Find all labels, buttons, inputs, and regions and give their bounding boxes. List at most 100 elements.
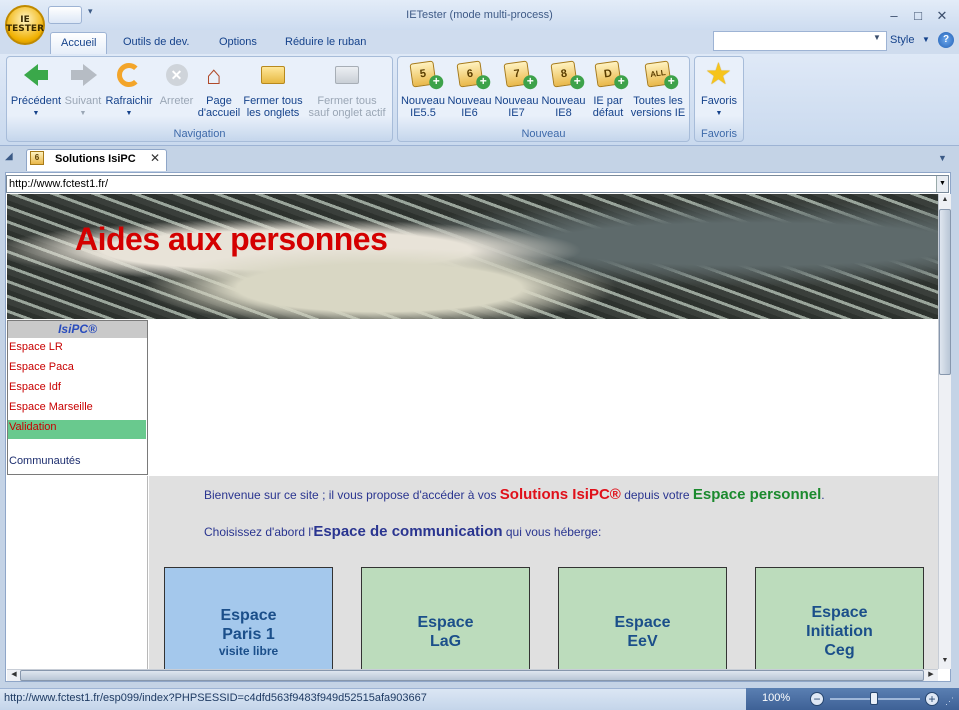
ie6-badge-text: 6 <box>465 67 474 81</box>
side-navigation-header: IsiPC® <box>8 321 147 338</box>
vertical-scroll-thumb[interactable] <box>939 209 951 375</box>
ie6-label-line1: Nouveau <box>447 95 492 107</box>
card-paris1-line2: Paris 1 <box>222 626 275 643</box>
new-ie6-button[interactable]: 6 + Nouveau IE6 <box>446 60 493 119</box>
card-espace-initiation-ceg[interactable]: Espace Initiation Ceg <box>755 567 924 669</box>
tab-close-icon[interactable]: ✕ <box>150 151 160 165</box>
choose-text-start: Choisissez d'abord l' <box>204 525 314 539</box>
favorites-dropdown-icon[interactable]: ▼ <box>697 108 741 120</box>
welcome-text-middle: depuis votre <box>620 488 693 502</box>
search-dropdown-icon[interactable]: ▼ <box>873 33 881 42</box>
back-dropdown-icon[interactable]: ▼ <box>10 108 62 120</box>
ie8-badge-icon: 8 + <box>549 60 584 90</box>
tab-accueil[interactable]: Accueil <box>50 32 108 54</box>
home-label-line2: d'accueil <box>197 107 241 119</box>
default-ie-label-line2: défaut <box>592 107 624 119</box>
maximize-button[interactable]: □ <box>910 8 926 23</box>
close-all-tabs-button[interactable]: Fermer tous les onglets <box>242 60 304 119</box>
welcome-text-end: . <box>821 488 825 502</box>
style-menu[interactable]: Style <box>890 34 914 46</box>
ie55-label-line2: IE5.5 <box>410 107 436 119</box>
scroll-right-icon[interactable]: ▶ <box>925 670 937 678</box>
tab-options[interactable]: Options <box>209 32 267 54</box>
card-ceg-line3: Ceg <box>824 642 855 659</box>
address-dropdown-icon[interactable]: ▼ <box>936 176 948 192</box>
forward-arrow-icon <box>68 60 98 90</box>
minimize-button[interactable]: – <box>886 8 902 23</box>
close-button[interactable]: ✕ <box>934 8 950 24</box>
card-lag-line1: Espace <box>417 614 474 631</box>
scroll-up-icon[interactable]: ▲ <box>939 196 951 203</box>
new-default-ie-button[interactable]: D + IE par défaut <box>587 60 629 119</box>
nav-link-espace-lr[interactable]: Espace LR <box>8 340 146 359</box>
group-label-nouveau: Nouveau <box>521 128 566 140</box>
choose-text: Choisissez d'abord l'Espace de communica… <box>204 523 601 540</box>
tab-reduire-le-ruban[interactable]: Réduire le ruban <box>275 32 376 54</box>
address-bar[interactable] <box>6 175 949 193</box>
nav-link-espace-idf[interactable]: Espace Idf <box>8 380 146 399</box>
ie6-label-line2: IE6 <box>461 107 478 119</box>
nav-link-espace-paca[interactable]: Espace Paca <box>8 360 146 379</box>
default-ie-label-line1: IE par <box>593 95 623 107</box>
address-url[interactable]: http://www.fctest1.fr/ <box>9 178 108 190</box>
folder-dim-icon <box>332 60 362 90</box>
back-button[interactable]: Précédent ▼ <box>10 60 62 120</box>
scroll-left-icon[interactable]: ◀ <box>8 670 20 678</box>
orb-label: IE TESTER <box>6 15 45 34</box>
close-all-label-line2: les onglets <box>246 107 300 119</box>
home-page-button[interactable]: ⌂ Page d'accueil <box>197 60 241 119</box>
zoom-level[interactable]: 100% <box>762 692 790 704</box>
scroll-down-icon[interactable]: ▼ <box>939 657 951 664</box>
style-dropdown-icon[interactable]: ▼ <box>922 35 930 44</box>
close-all-except-active-button[interactable]: Fermer tous sauf onglet actif <box>304 60 390 119</box>
stop-icon: ✕ <box>162 60 192 90</box>
all-versions-badge-text: ALL <box>649 67 667 80</box>
card-eev-line2: EeV <box>627 633 658 650</box>
resize-grip-icon[interactable]: ⋰ <box>945 696 954 707</box>
content-blank-area <box>149 320 938 476</box>
card-eev-line1: Espace <box>614 614 671 631</box>
nav-link-validation[interactable]: Validation <box>8 420 146 439</box>
app-orb-button[interactable]: IE TESTER <box>5 5 45 45</box>
favorites-button[interactable]: ★ Favoris ▼ <box>697 60 741 120</box>
ie7-badge-text: 7 <box>512 67 521 81</box>
sidebar-blank-area <box>7 476 148 669</box>
banner-title: Aides aux personnes <box>75 221 388 257</box>
new-ie55-button[interactable]: 5 + Nouveau IE5.5 <box>399 60 447 119</box>
stop-button[interactable]: ✕ Arreter <box>155 60 198 107</box>
new-ie8-button[interactable]: 8 + Nouveau IE8 <box>540 60 587 119</box>
zoom-slider-thumb[interactable] <box>870 692 878 705</box>
new-all-versions-button[interactable]: ALL + Toutes les versions IE <box>629 60 687 119</box>
card-lag-line2: LaG <box>429 633 462 650</box>
ie55-badge-text: 5 <box>419 67 427 81</box>
zoom-in-icon[interactable]: + <box>925 692 939 706</box>
tabs-dropdown-icon[interactable]: ▼ <box>938 153 947 163</box>
close-all-label-line1: Fermer tous <box>243 95 303 107</box>
card-espace-lag[interactable]: Espace LaG <box>361 567 530 669</box>
refresh-label: Rafraichir <box>105 95 153 107</box>
refresh-dropdown-icon[interactable]: ▼ <box>104 108 154 120</box>
refresh-button[interactable]: Rafraichir ▼ <box>104 60 154 120</box>
nav-link-communautes[interactable]: Communautés <box>8 454 146 473</box>
ribbon-search-input[interactable] <box>713 31 887 51</box>
window-title: IETester (mode multi-process) <box>406 9 553 21</box>
close-except-label-line1: Fermer tous <box>317 95 377 107</box>
solutions-isipc-link[interactable]: Solutions IsiPC® <box>500 486 621 503</box>
espace-personnel-link[interactable]: Espace personnel <box>693 486 821 503</box>
horizontal-scroll-thumb[interactable] <box>20 670 924 681</box>
card-espace-eev[interactable]: Espace EeV <box>558 567 727 669</box>
zoom-out-icon[interactable]: − <box>810 692 824 706</box>
forward-dropdown-icon[interactable]: ▼ <box>62 108 104 120</box>
nav-link-espace-marseille[interactable]: Espace Marseille <box>8 400 146 419</box>
tab-title: Solutions IsiPC <box>55 153 136 165</box>
forward-button[interactable]: Suivant ▼ <box>62 60 104 120</box>
help-icon[interactable]: ? <box>938 32 954 48</box>
tab-list-icon[interactable]: ◢ <box>5 151 13 162</box>
tab-outils-de-dev[interactable]: Outils de dev. <box>113 32 199 54</box>
new-ie7-button[interactable]: 7 + Nouveau IE7 <box>493 60 540 119</box>
home-icon: ⌂ <box>206 60 222 90</box>
card-espace-paris1[interactable]: Espace Paris 1 visite libre <box>164 567 333 669</box>
ie6-badge-icon: 6 + <box>455 60 490 90</box>
card-paris1-line1: Espace <box>220 607 277 624</box>
group-label-favoris: Favoris <box>700 128 738 140</box>
